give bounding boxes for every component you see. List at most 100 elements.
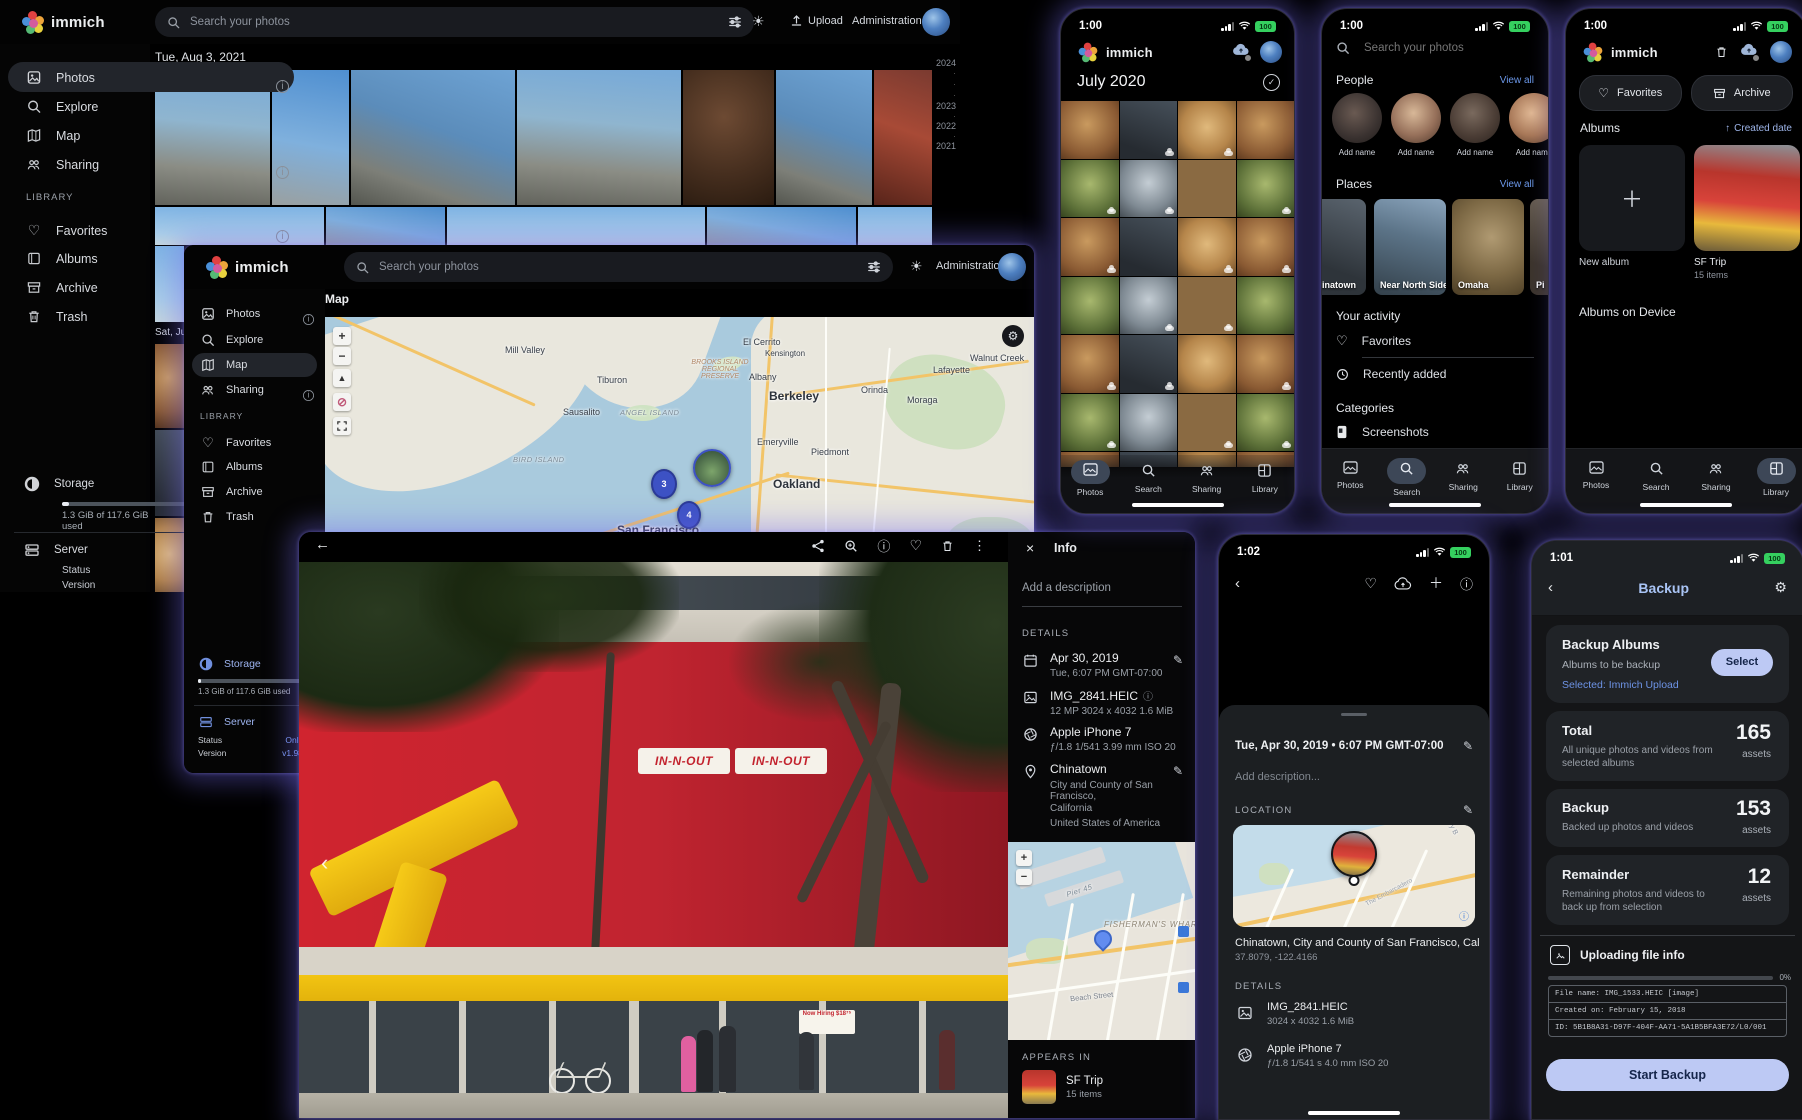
tab-search[interactable]: Search	[1379, 458, 1436, 497]
filter-sliders-icon[interactable]	[728, 15, 742, 29]
photo-thumbnail[interactable]	[1120, 335, 1178, 393]
back-chevron-icon[interactable]: ‹	[1235, 575, 1240, 592]
tab-library[interactable]: Library	[1492, 458, 1549, 492]
photo-thumbnail[interactable]	[1061, 218, 1119, 276]
previous-photo-chevron[interactable]: ‹	[321, 850, 328, 876]
photo-thumbnail[interactable]	[1178, 218, 1236, 276]
photo-thumbnail[interactable]	[1178, 335, 1236, 393]
sidebar-item-archive[interactable]: Archive	[200, 485, 263, 499]
place-card[interactable]: Near North Side	[1374, 199, 1446, 295]
cloud-upload-icon[interactable]	[1394, 577, 1412, 590]
map-compass-button[interactable]: ▲	[333, 369, 351, 387]
back-chevron-icon[interactable]: ‹	[1548, 579, 1553, 596]
photo-thumbnail[interactable]	[1178, 101, 1236, 159]
sheet-drag-handle[interactable]	[1341, 713, 1367, 716]
photo-thumbnail[interactable]	[1120, 277, 1178, 335]
scrubber-year[interactable]: 2023	[926, 101, 956, 111]
photo-thumbnail[interactable]	[1061, 160, 1119, 218]
people-view-all-link[interactable]: View all	[1500, 75, 1534, 86]
sidebar-item-albums[interactable]: Albums	[26, 251, 98, 266]
photo-thumbnail[interactable]	[1178, 160, 1236, 218]
archive-button[interactable]: Archive	[1691, 75, 1794, 111]
tab-library[interactable]: Library	[1236, 460, 1294, 494]
home-indicator[interactable]	[1640, 503, 1732, 507]
sidebar-item-explore[interactable]: Explore	[26, 99, 98, 114]
select-all-check-icon[interactable]: ✓	[1263, 74, 1280, 91]
map-cluster-marker[interactable]: 3	[651, 469, 677, 499]
theme-toggle-sun-icon[interactable]: ☀	[910, 258, 923, 275]
close-icon[interactable]: ×	[1026, 540, 1034, 556]
collapsed-photo-area[interactable]	[1219, 595, 1489, 705]
cloud-sync-icon[interactable]	[1232, 43, 1250, 61]
home-indicator[interactable]	[1389, 503, 1481, 507]
info-icon[interactable]: ⓘ	[877, 536, 890, 555]
place-card[interactable]: Omaha	[1452, 199, 1524, 295]
tab-sharing[interactable]: Sharing	[1178, 460, 1236, 494]
info-mini-map[interactable]: Pier 45 FISHERMAN'S WHARF Beach Street +…	[1008, 842, 1195, 1040]
map-filter-off-button[interactable]: ⊘	[333, 393, 351, 411]
hero-photo[interactable]: IN-N-OUT IN-N-OUT Now Hiring $18⁷⁵	[299, 562, 1008, 1118]
photo-thumbnail[interactable]	[1178, 277, 1236, 335]
sidebar-item-albums[interactable]: Albums	[200, 460, 263, 474]
photo-thumbnail[interactable]	[1178, 394, 1236, 452]
photo-thumbnail[interactable]	[776, 70, 872, 205]
photo-thumbnail[interactable]	[1237, 277, 1295, 335]
appears-in-album-row[interactable]: SF Trip 15 items	[1022, 1070, 1103, 1104]
date-detail-row[interactable]: Apr 30, 2019 Tue, 6:07 PM GMT-07:00	[1050, 651, 1162, 679]
photo-thumbnail[interactable]	[1061, 277, 1119, 335]
map-fullscreen-button[interactable]	[333, 417, 351, 435]
administration-link[interactable]: Administration	[936, 260, 1006, 272]
activity-favorites-row[interactable]: ♡ Favorites	[1336, 333, 1411, 349]
photo-thumbnail[interactable]	[1120, 160, 1178, 218]
photo-thumbnail[interactable]	[1061, 394, 1119, 452]
scrubber-year[interactable]: 2022	[926, 121, 956, 131]
photo-thumbnail[interactable]	[1120, 394, 1178, 452]
location-detail-row[interactable]: Chinatown City and County of San Francis…	[1050, 762, 1168, 829]
photo-thumbnail[interactable]	[683, 70, 774, 205]
photo-thumbnail[interactable]	[1237, 335, 1295, 393]
search-input[interactable]	[1362, 41, 1534, 55]
album-card[interactable]	[1694, 145, 1800, 251]
filter-sliders-icon[interactable]	[867, 260, 881, 274]
scrubber-year[interactable]: 2024	[926, 58, 956, 68]
photo-thumbnail[interactable]	[858, 207, 932, 245]
search-bar[interactable]	[1336, 41, 1534, 55]
info-icon[interactable]: i	[276, 80, 289, 93]
photo-thumbnail[interactable]	[707, 207, 856, 245]
sidebar-item-sharing[interactable]: Sharing	[200, 383, 264, 397]
settings-gear-icon[interactable]: ⚙	[1774, 579, 1787, 596]
search-input[interactable]	[188, 15, 720, 29]
search-bar[interactable]	[344, 252, 893, 282]
map-settings-gear-icon[interactable]: ⚙	[1002, 325, 1024, 347]
favorite-heart-icon[interactable]: ♡	[1364, 575, 1377, 592]
scrubber-year[interactable]: 2021	[926, 141, 956, 151]
sidebar-item-explore[interactable]: Explore	[200, 333, 263, 347]
person-item[interactable]: Add name	[1332, 93, 1382, 167]
sidebar-item-photos[interactable]: Photos	[26, 70, 95, 85]
places-view-all-link[interactable]: View all	[1500, 179, 1534, 190]
person-item[interactable]: Add name	[1509, 93, 1548, 167]
trash-icon[interactable]	[941, 539, 954, 553]
map-cluster-marker[interactable]: 4	[677, 501, 701, 529]
description-input[interactable]: Add a description	[1022, 582, 1111, 594]
start-backup-button[interactable]: Start Backup	[1546, 1059, 1789, 1091]
map-photo-marker[interactable]	[693, 449, 731, 487]
select-button[interactable]: Select	[1711, 649, 1773, 676]
photo-thumbnail[interactable]	[447, 207, 705, 245]
administration-link[interactable]: Administration	[852, 15, 922, 27]
sidebar-item-sharing[interactable]: Sharing	[26, 157, 99, 172]
photo-thumbnail[interactable]	[1237, 101, 1295, 159]
user-avatar[interactable]	[922, 8, 950, 36]
trash-icon[interactable]	[1715, 45, 1728, 59]
photo-thumbnail[interactable]	[874, 70, 932, 205]
favorites-button[interactable]: ♡ Favorites	[1579, 75, 1682, 111]
mini-map-zoom-in[interactable]: +	[1016, 850, 1032, 866]
photo-thumbnail[interactable]	[1061, 101, 1119, 159]
photo-thumbnail[interactable]	[155, 344, 184, 428]
tab-search[interactable]: Search	[1119, 460, 1177, 494]
mini-map-zoom-out[interactable]: −	[1016, 869, 1032, 885]
edit-location-pencil-icon[interactable]: ✎	[1463, 803, 1473, 817]
photo-thumbnail[interactable]	[1237, 218, 1295, 276]
map-info-icon[interactable]: ⓘ	[1459, 908, 1469, 923]
more-options-icon[interactable]: ⋮	[973, 538, 986, 554]
